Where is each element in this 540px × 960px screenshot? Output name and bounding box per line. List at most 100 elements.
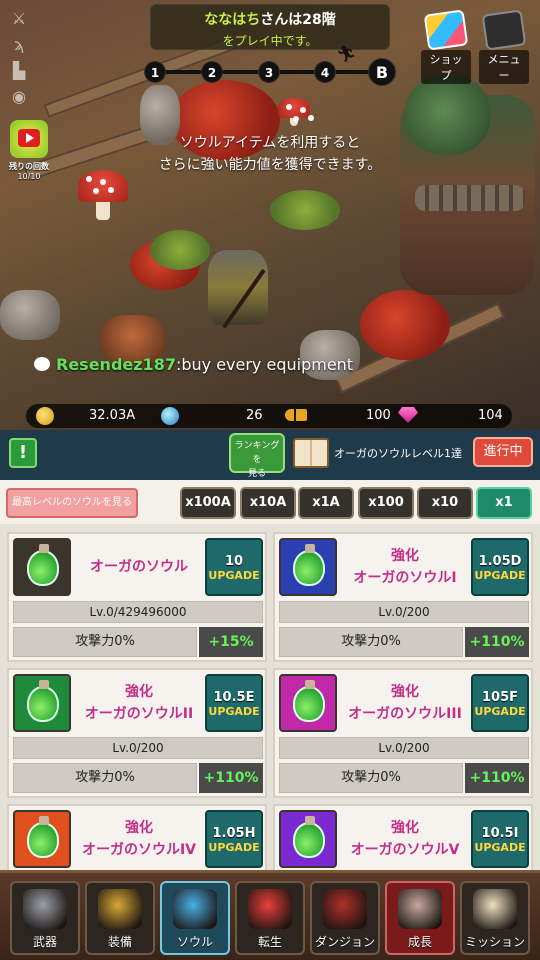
soul-title-line-1: 強化 xyxy=(391,548,419,564)
upgrade-label: UPGADE xyxy=(474,569,526,582)
nav-tab-knight[interactable]: 成長 xyxy=(385,881,455,955)
soul-icon xyxy=(279,674,337,732)
attack-stat: 攻撃力0% xyxy=(279,763,463,793)
view-max-level-soul-button[interactable]: 最高レベルのソウルを見る xyxy=(6,488,138,518)
soul-icon xyxy=(13,810,71,868)
nav-tab-soul-orb[interactable]: ソウル xyxy=(160,881,230,955)
upgrade-button[interactable]: 10 UPGADE xyxy=(205,538,263,596)
nav-tab-label: 武器 xyxy=(32,935,57,949)
nav-tab-label: ダンジョン xyxy=(314,935,375,949)
upgrade-button[interactable]: 10.5I UPGADE xyxy=(471,810,529,868)
info-button[interactable]: ! xyxy=(9,438,37,468)
multiplier-x10a-button[interactable]: x10A xyxy=(240,487,296,519)
helmet-icon[interactable]: ◉ xyxy=(8,86,30,108)
heart-icon xyxy=(248,889,292,929)
hint-line-2: さらに強い能力値を獲得できます。 xyxy=(158,157,382,173)
upgrade-label: UPGADE xyxy=(208,841,260,854)
soul-title-line-1: オーガのソウル xyxy=(90,559,188,575)
shop-button[interactable]: ショップ xyxy=(421,9,471,84)
stage-node-4: 4 xyxy=(314,61,336,83)
potion-flask-icon xyxy=(27,816,59,858)
orb-amount: 26 xyxy=(246,408,263,423)
remaining-count-value: 10/10 xyxy=(17,172,41,181)
soul-title-line-2: オーガのソウルIII xyxy=(348,706,462,722)
video-reward-button[interactable]: 残りの回数 10/10 xyxy=(6,120,52,190)
level-bar: Lv.0/429496000 xyxy=(13,601,263,623)
stage-node-boss: B xyxy=(368,58,396,86)
upgrade-button[interactable]: 1.05D UPGADE xyxy=(471,538,529,596)
stage-node-2: 2 xyxy=(201,61,223,83)
chat-username: Resendez187 xyxy=(56,355,176,374)
upgrade-button[interactable]: 10.5E UPGADE xyxy=(205,674,263,732)
multiplier-x100a-button[interactable]: x100A xyxy=(180,487,236,519)
soul-panel: 最高レベルのソウルを見る x100A x10A x1A x100 x10 x1 … xyxy=(0,480,540,870)
upgrade-button[interactable]: 105F UPGADE xyxy=(471,674,529,732)
boot-icon[interactable]: ▙ xyxy=(8,60,30,82)
chat-message: Resendez187:buy every equipment xyxy=(34,355,353,374)
nav-tab-label: ソウル xyxy=(176,935,213,949)
menu-icon xyxy=(481,9,527,51)
currency-bar: 32.03A 26 100 104 xyxy=(26,404,512,428)
soul-title: 強化オーガのソウルIII xyxy=(341,674,469,732)
upgrade-label: UPGADE xyxy=(208,569,260,582)
stone-block xyxy=(0,290,60,340)
attack-stat: 攻撃力0% xyxy=(13,763,197,793)
upgrade-label: UPGADE xyxy=(474,841,526,854)
ranking-button[interactable]: ランキングを 見る xyxy=(229,433,285,479)
nav-tab-helmet[interactable]: 装備 xyxy=(85,881,155,955)
bonus-value: +15% xyxy=(199,627,263,657)
soul-title: 強化 オーガのソウルI xyxy=(341,538,469,596)
knight-icon xyxy=(398,889,442,929)
achievement-book-icon xyxy=(293,438,329,468)
nav-tab-book[interactable]: ミッション xyxy=(460,881,530,955)
multiplier-x100-button[interactable]: x100 xyxy=(358,487,414,519)
soul-card: オーガのソウル 10 UPGADE Lv.0/429496000 攻撃力0% +15% xyxy=(7,532,267,662)
soul-card: 強化 オーガのソウルIII 105F UPGADE Lv.0/200 攻撃力0% +110% xyxy=(273,668,533,798)
multiplier-x10-button[interactable]: x10 xyxy=(417,487,473,519)
multiplier-x1a-button[interactable]: x1A xyxy=(298,487,354,519)
potion-flask-icon xyxy=(293,816,325,858)
bicep-icon[interactable]: ϡ xyxy=(8,34,30,56)
bottom-nav: 武器 装備 ソウル 転生 ダンジョン 成長 ミッション xyxy=(0,870,540,960)
upgrade-button[interactable]: 1.05H UPGADE xyxy=(205,810,263,868)
nav-tab-demon[interactable]: ダンジョン xyxy=(310,881,380,955)
nav-tab-label: ミッション xyxy=(464,935,525,949)
potion-flask-icon xyxy=(27,544,59,586)
multiplier-x1-button[interactable]: x1 xyxy=(476,487,532,519)
soul-card: 強化 オーガのソウルIV 1.05H UPGADE xyxy=(7,804,267,870)
soul-title: 強化 オーガのソウルII xyxy=(75,674,203,732)
attack-stat: 攻撃力0% xyxy=(13,627,197,657)
soul-card: 強化 オーガのソウルV 10.5I UPGADE xyxy=(273,804,533,870)
red-tree xyxy=(360,290,450,360)
soul-title: 強化オーガのソウルIV xyxy=(75,810,203,868)
hint-line-1: ソウルアイテムを利用すると xyxy=(179,135,361,151)
nav-tab-crossed-swords[interactable]: 武器 xyxy=(10,881,80,955)
soul-title-line-1: 強化 xyxy=(125,820,153,836)
soul-title-line-2: オーガのソウルII xyxy=(84,706,194,722)
potion-flask-icon xyxy=(293,544,325,586)
bonus-value: +110% xyxy=(465,763,529,793)
upgrade-cost: 10.5E xyxy=(213,690,255,705)
soul-icon xyxy=(13,674,71,732)
in-progress-button[interactable]: 進行中 xyxy=(473,437,533,467)
remaining-count-label: 残りの回数 xyxy=(9,162,49,171)
soul-title-line-1: 強化 xyxy=(391,684,419,700)
menu-button[interactable]: メニュー xyxy=(479,9,529,84)
crossed-swords-icon[interactable]: ⚔ xyxy=(8,8,30,30)
bush xyxy=(270,190,340,230)
nav-tab-heart[interactable]: 転生 xyxy=(235,881,305,955)
upgrade-cost: 1.05D xyxy=(478,554,522,569)
mushroom-icon xyxy=(278,98,310,118)
soul-icon xyxy=(279,810,337,868)
soul-title-line-2: オーガのソウルIV xyxy=(81,842,197,858)
potion-flask-icon xyxy=(27,680,59,722)
soul-orb-icon xyxy=(173,889,217,929)
soul-icon xyxy=(279,538,337,596)
key-icon xyxy=(285,409,307,421)
upgrade-label: UPGADE xyxy=(208,705,260,718)
gem-amount: 104 xyxy=(478,408,503,423)
attack-stat: 攻撃力0% xyxy=(279,627,463,657)
upgrade-cost: 10 xyxy=(224,554,244,569)
soul-orb-icon xyxy=(161,407,179,425)
hint-text: ソウルアイテムを利用すると さらに強い能力値を獲得できます。 xyxy=(120,132,420,176)
